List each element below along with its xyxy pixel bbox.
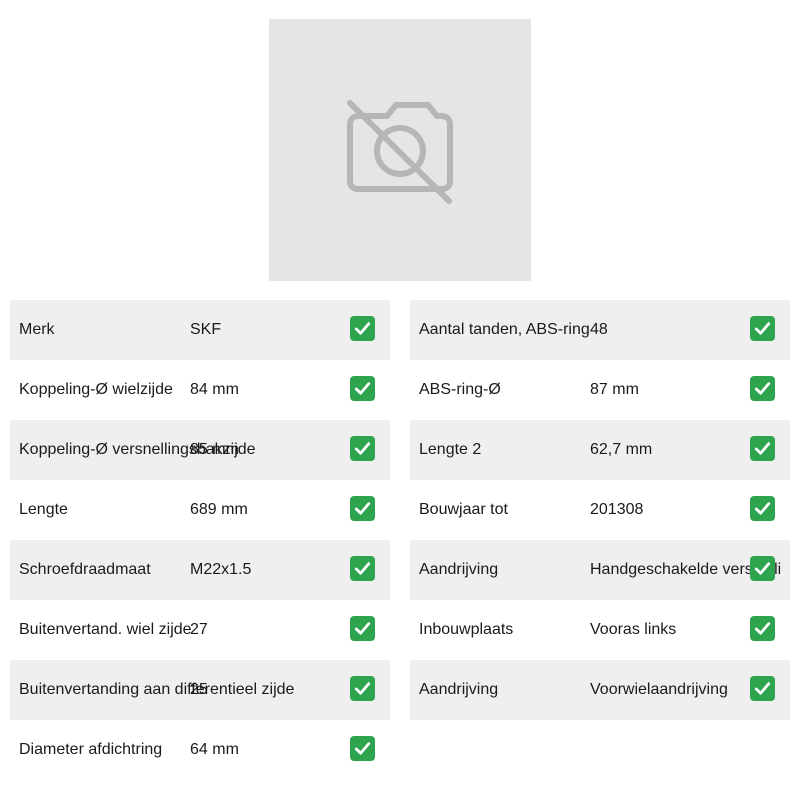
spec-row: Buitenvertanding aan differentieel zijde… (10, 660, 390, 720)
spec-label: Aandrijving (419, 561, 499, 578)
spec-label: Aantal tanden, ABS-ring (419, 321, 590, 338)
spec-label: Lengte 2 (419, 441, 482, 458)
spec-row: Aantal tanden, ABS-ring 48 (410, 300, 790, 360)
check-mark-icon (750, 436, 775, 461)
spec-row: Aandrijving Voorwielaandrijving (410, 660, 790, 720)
no-photo-icon (347, 100, 453, 204)
spec-value: SKF (190, 321, 222, 338)
spec-row: Diameter afdichtring 64 mm (10, 720, 390, 780)
check-mark-icon (350, 496, 375, 521)
spec-value: 87 mm (590, 381, 639, 398)
spec-row: Koppeling-Ø versnellingsbakzijde 85 mm (10, 420, 390, 480)
check-mark-icon (350, 676, 375, 701)
check-mark-icon (750, 376, 775, 401)
spec-row: Aandrijving Handgeschakelde versnelli (410, 540, 790, 600)
spec-row: Inbouwplaats Vooras links (410, 600, 790, 660)
check-mark-icon (350, 616, 375, 641)
spec-value: 48 (590, 321, 608, 338)
spec-table-left: Merk SKF Koppeling-Ø wielzijde 84 mm Kop… (10, 300, 390, 780)
spec-row: Merk SKF (10, 300, 390, 360)
check-mark-icon (350, 436, 375, 461)
check-mark-icon (350, 556, 375, 581)
spec-value: Vooras links (590, 621, 677, 638)
check-mark-icon (350, 316, 375, 341)
spec-row: Koppeling-Ø wielzijde 84 mm (10, 360, 390, 420)
spec-label: Buitenvertand. wiel zijde (19, 621, 192, 638)
spec-value: 84 mm (190, 381, 239, 398)
spec-row: Schroefdraadmaat M22x1.5 (10, 540, 390, 600)
spec-value: 27 (190, 621, 208, 638)
spec-row: Lengte 2 62,7 mm (410, 420, 790, 480)
spec-value: 85 mm (190, 441, 239, 458)
spec-label: Inbouwplaats (419, 621, 514, 638)
check-mark-icon (750, 496, 775, 521)
spec-value: 25 (190, 681, 208, 698)
spec-label: Koppeling-Ø wielzijde (19, 381, 173, 398)
spec-label: Buitenvertanding aan differentieel zijde (19, 681, 295, 698)
check-mark-icon (350, 376, 375, 401)
spec-row: Bouwjaar tot 201308 (410, 480, 790, 540)
spec-value: 201308 (590, 501, 644, 518)
spec-label: Diameter afdichtring (19, 741, 163, 758)
check-mark-icon (750, 556, 775, 581)
spec-row: ABS-ring-Ø 87 mm (410, 360, 790, 420)
spec-value: Voorwielaandrijving (590, 681, 728, 698)
spec-row: Buitenvertand. wiel zijde 27 (10, 600, 390, 660)
check-mark-icon (750, 676, 775, 701)
spec-value: 62,7 mm (590, 441, 653, 458)
spec-table-right: Aantal tanden, ABS-ring 48 ABS-ring-Ø 87… (410, 300, 790, 720)
check-mark-icon (750, 316, 775, 341)
spec-label: Schroefdraadmaat (19, 561, 151, 578)
product-image-placeholder (269, 19, 531, 281)
spec-label: Merk (19, 321, 55, 338)
spec-label: ABS-ring-Ø (419, 381, 501, 398)
spec-label: Bouwjaar tot (419, 501, 508, 518)
spec-value: 64 mm (190, 741, 239, 758)
spec-label: Aandrijving (419, 681, 499, 698)
spec-label: Lengte (19, 501, 68, 518)
spec-row: Lengte 689 mm (10, 480, 390, 540)
check-mark-icon (750, 616, 775, 641)
check-mark-icon (350, 736, 375, 761)
spec-value: M22x1.5 (190, 561, 252, 578)
spec-value: 689 mm (190, 501, 248, 518)
